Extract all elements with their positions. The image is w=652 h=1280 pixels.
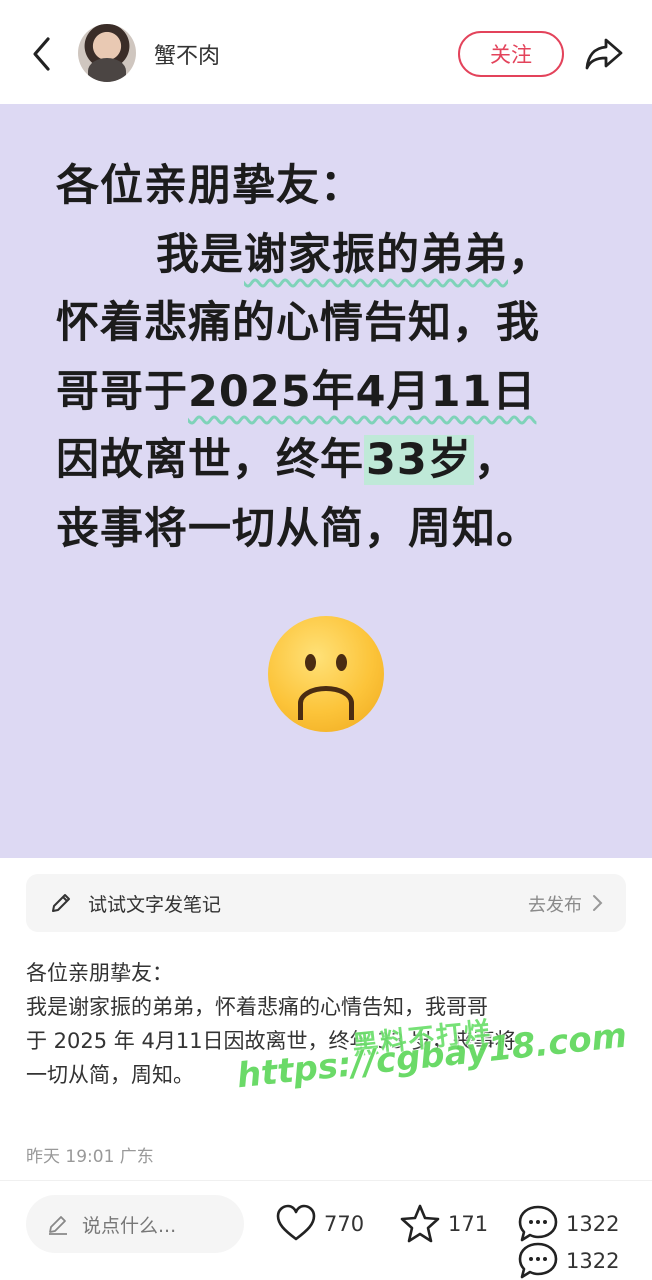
share-icon[interactable] (582, 32, 626, 76)
image-line-4: 哥哥于2025年4月11日 (56, 358, 636, 427)
image-line-1: 各位亲朋挚友： (56, 161, 364, 211)
post-header: 蟹不肉 关注 (0, 0, 652, 104)
try-note-label: 试试文字发笔记 (88, 894, 222, 916)
post-line: 我是谢家振的弟弟，怀着悲痛的心情告知，我哥哥 (26, 995, 488, 1019)
comment-placeholder: 说点什么... (82, 1215, 177, 1237)
image-text-segment: 因故离世，终年 (56, 435, 364, 485)
emoji-mouth (298, 686, 354, 720)
heart-icon (276, 1204, 316, 1241)
bottom-action-bar: 说点什么... 770 171 1322 1322 (0, 1180, 652, 1280)
star-icon (400, 1204, 440, 1243)
chevron-right-icon (593, 895, 603, 911)
author-name[interactable]: 蟹不肉 (154, 38, 220, 70)
image-line-6: 丧事将一切从简，周知。 (56, 503, 540, 554)
post-timestamp-location: 昨天 19:01 广东 (26, 1147, 154, 1167)
collect-count: 171 (448, 1212, 489, 1236)
edit-icon (49, 1216, 67, 1235)
avatar[interactable] (78, 24, 136, 82)
pen-icon (52, 894, 70, 912)
image-line-5: 因故离世，终年33岁， (56, 426, 636, 495)
comment-input[interactable]: 说点什么... (26, 1195, 244, 1253)
collect-button[interactable]: 171 (398, 1199, 488, 1249)
underlined-date: 2025年4月11日 (188, 366, 537, 417)
image-line-3: 怀着悲痛的心情告知，我 (56, 298, 540, 348)
highlighted-age: 33岁 (364, 435, 474, 485)
like-button[interactable]: 770 (274, 1199, 364, 1249)
image-text-segment: 我是 (156, 229, 244, 280)
like-count: 770 (324, 1212, 365, 1236)
comment-count-duplicate: 1322 (566, 1249, 620, 1273)
image-caption: 各位亲朋挚友： 我是谢家振的弟弟， 怀着悲痛的心情告知，我 哥哥于2025年4月… (56, 152, 636, 563)
post-line: 各位亲朋挚友： (26, 961, 173, 985)
emoji-eye (336, 654, 347, 671)
comment-button-duplicate[interactable]: 1322 (516, 1239, 619, 1280)
image-text-segment: ， (473, 435, 518, 485)
image-line-2: 我是谢家振的弟弟， (56, 221, 636, 290)
comment-bubble-icon (518, 1242, 558, 1279)
publish-link[interactable]: 去发布 (528, 891, 582, 917)
follow-button[interactable]: 关注 (458, 31, 564, 77)
emoji-eye (305, 654, 316, 671)
comment-count: 1322 (566, 1212, 620, 1236)
image-text-segment: 哥哥于 (56, 366, 188, 417)
back-arrow-icon[interactable] (22, 34, 62, 74)
image-text-segment: ， (508, 229, 552, 280)
sad-face-emoji (268, 616, 384, 732)
try-text-note-bar[interactable]: 试试文字发笔记 去发布 (26, 874, 626, 932)
underlined-name: 谢家振的弟弟 (244, 229, 508, 280)
post-image[interactable]: 各位亲朋挚友： 我是谢家振的弟弟， 怀着悲痛的心情告知，我 哥哥于2025年4月… (0, 104, 652, 858)
